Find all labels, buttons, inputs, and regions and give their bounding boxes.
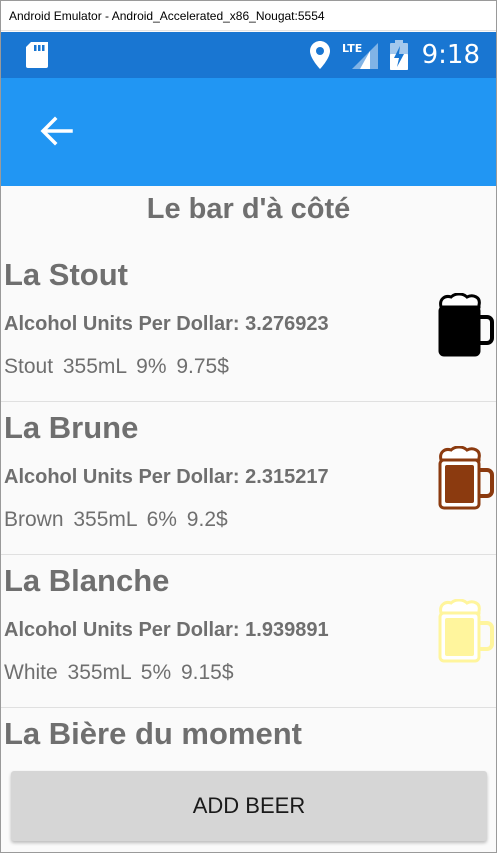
add-beer-button[interactable]: ADD BEER	[11, 771, 487, 841]
footer-bar: ADD BEER	[1, 753, 496, 852]
beer-name: La Bière du moment	[4, 716, 302, 751]
sd-card-icon	[26, 42, 48, 68]
beer-list-item[interactable]: La Bière du moment	[1, 708, 496, 751]
beer-units-per-dollar: Alcohol Units Per Dollar: 1.939891	[4, 619, 329, 641]
beer-name: La Brune	[4, 410, 139, 445]
beer-name: La Blanche	[4, 563, 170, 598]
beer-specs: White 355mL 5% 9.15$	[4, 661, 234, 684]
beer-mug-icon	[438, 293, 494, 357]
battery-charging-icon	[389, 40, 408, 70]
beer-specs: Brown 355mL 6% 9.2$	[4, 508, 228, 531]
beer-list-item[interactable]: La Brune Alcohol Units Per Dollar: 2.315…	[1, 402, 496, 555]
location-icon	[309, 41, 330, 69]
lte-label: LTE	[342, 42, 362, 55]
window-title: Android Emulator - Android_Accelerated_x…	[9, 9, 325, 23]
page-title: Le bar d'à côté	[146, 193, 351, 225]
beer-name: La Stout	[4, 257, 128, 292]
beer-units-per-dollar: Alcohol Units Per Dollar: 2.315217	[4, 466, 329, 488]
beer-list-item[interactable]: La Stout Alcohol Units Per Dollar: 3.276…	[1, 249, 496, 402]
beer-mug-icon	[438, 446, 494, 510]
back-arrow-icon[interactable]	[35, 110, 79, 154]
beer-list-item[interactable]: La Blanche Alcohol Units Per Dollar: 1.9…	[1, 555, 496, 708]
beer-units-per-dollar: Alcohol Units Per Dollar: 3.276923	[4, 313, 329, 335]
window-title-bar: Android Emulator - Android_Accelerated_x…	[1, 1, 496, 31]
beer-list[interactable]: La Stout Alcohol Units Per Dollar: 3.276…	[1, 249, 496, 751]
app-bar	[1, 78, 496, 186]
emulator-window: Android Emulator - Android_Accelerated_x…	[0, 0, 497, 853]
beer-specs: Stout 355mL 9% 9.75$	[4, 355, 229, 378]
lte-signal-icon: LTE	[342, 42, 378, 69]
status-bar: LTE 9:18	[1, 32, 496, 78]
status-clock: 9:18	[421, 40, 480, 70]
beer-mug-icon	[438, 599, 494, 663]
